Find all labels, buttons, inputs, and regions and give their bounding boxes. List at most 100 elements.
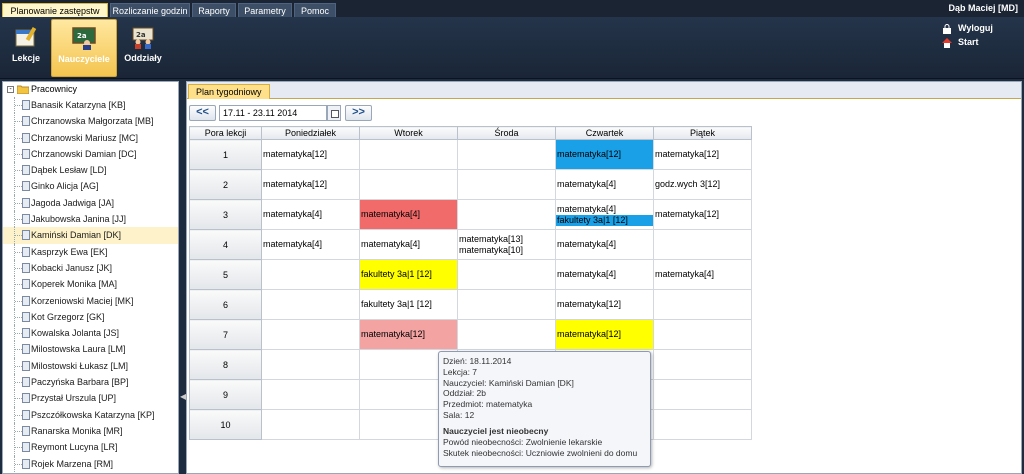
schedule-cell[interactable]: matematyka[12] <box>653 139 752 170</box>
logout-link[interactable]: Wyloguj <box>942 21 1004 35</box>
tree-item[interactable]: Kobacki Janusz [JK] <box>3 259 178 277</box>
schedule-cell[interactable]: matematyka[12] <box>555 319 654 350</box>
tree-item[interactable]: Chrzanowski Mariusz [MC] <box>3 129 178 146</box>
schedule-cell[interactable] <box>457 319 556 350</box>
schedule-cell[interactable] <box>359 169 458 200</box>
tree-item[interactable]: Ginko Alicja [AG] <box>3 178 178 195</box>
schedule-cell[interactable]: matematyka[12] <box>261 169 360 200</box>
tree-item[interactable]: Milostowska Laura [LM] <box>3 341 178 358</box>
tree-item[interactable]: Paczyńska Barbara [BP] <box>3 374 178 391</box>
lesson-number: 9 <box>189 379 262 410</box>
schedule-cell[interactable] <box>261 379 360 410</box>
tree-item-label: Korzeniowski Maciej [MK] <box>31 295 134 306</box>
tree-item[interactable]: Jagoda Jadwiga [JA] <box>3 194 178 212</box>
tree-item-label: Milostowska Laura [LM] <box>31 344 126 355</box>
tree-item-label: Chrzanowski Damian [DC] <box>31 148 137 159</box>
schedule-cell[interactable] <box>457 169 556 200</box>
tree-item[interactable]: Korzeniowski Maciej [MK] <box>3 292 178 309</box>
tree-item[interactable]: Przystał Urszula [UP] <box>3 390 178 407</box>
tree-item[interactable]: Kowalska Jolanta [JS] <box>3 325 178 342</box>
schedule-cell[interactable] <box>261 259 360 290</box>
tree-item[interactable]: Banasik Katarzyna [KB] <box>3 97 178 114</box>
tree-item[interactable]: Chrzanowski Damian [DC] <box>3 145 178 163</box>
tree-item[interactable]: Reymont Lucyna [LR] <box>3 439 178 456</box>
schedule-cell[interactable]: matematyka[4] <box>555 229 654 260</box>
teacher-file-icon <box>22 393 30 404</box>
tab-weekly-plan[interactable]: Plan tygodniowy <box>188 84 270 99</box>
schedule-cell[interactable]: matematyka[13] matematyka[10] <box>457 229 556 260</box>
panel-splitter[interactable] <box>179 81 186 474</box>
menu-tab-planowanie[interactable]: Planowanie zastępstw <box>2 3 108 17</box>
lesson-number: 6 <box>189 289 262 320</box>
schedule-cell[interactable] <box>653 349 752 380</box>
schedule-cell[interactable] <box>653 379 752 410</box>
schedule-cell[interactable] <box>457 139 556 170</box>
classes-button[interactable]: 2a Oddziały <box>120 19 166 77</box>
next-week-button[interactable]: >> <box>345 105 372 121</box>
schedule-cell[interactable]: fakultety 3a|1 [12] <box>359 259 458 290</box>
teacher-file-icon <box>22 148 30 159</box>
tab-strip: Plan tygodniowy <box>187 82 1021 99</box>
start-link[interactable]: Start <box>942 35 1004 49</box>
tree-item[interactable]: Ranarska Monika [MR] <box>3 422 178 440</box>
tree-item[interactable]: Milostowski Łukasz [LM] <box>3 357 178 375</box>
lessons-button[interactable]: Lekcje <box>4 19 48 77</box>
lesson-entry: matematyka[4] <box>557 269 617 279</box>
tree-item[interactable]: Pszczółkowska Katarzyna [KP] <box>3 406 178 423</box>
schedule-cell[interactable] <box>359 139 458 170</box>
classes-label: Oddziały <box>124 53 162 63</box>
lesson-entry: matematyka[10] <box>459 244 524 255</box>
schedule-cell[interactable]: matematyka[12] <box>555 289 654 320</box>
schedule-cell[interactable]: matematyka[4] <box>359 229 458 260</box>
schedule-cell[interactable] <box>261 289 360 320</box>
tree-item[interactable]: Kasprzyk Ewa [EK] <box>3 243 178 260</box>
menu-tab-raporty[interactable]: Raporty <box>192 3 236 17</box>
tree-item[interactable]: Chrzanowska Małgorzata [MB] <box>3 113 178 130</box>
tree-item[interactable]: Dąbek Lesław [LD] <box>3 162 178 179</box>
schedule-cell[interactable]: matematyka[4] fakultety 3a|1 [12] <box>555 199 654 230</box>
schedule-cell[interactable]: fakultety 3a|1 [12] <box>359 289 458 320</box>
tree-root[interactable]: - Pracownicy <box>3 82 178 97</box>
schedule-cell[interactable] <box>653 229 752 260</box>
schedule-cell[interactable] <box>457 259 556 290</box>
lock-icon <box>943 23 951 34</box>
schedule-cell[interactable]: matematyka[12] <box>653 199 752 230</box>
schedule-cell[interactable] <box>653 319 752 350</box>
schedule-cell[interactable]: matematyka[4] <box>555 169 654 200</box>
prev-week-button[interactable]: << <box>189 105 216 121</box>
tree-item[interactable]: Koperek Monika [MA] <box>3 276 178 293</box>
lesson-entry: matematyka[4] <box>361 239 421 249</box>
tree-item-label: Jagoda Jadwiga [JA] <box>31 197 115 208</box>
schedule-cell[interactable]: matematyka[4] <box>261 199 360 230</box>
schedule-cell[interactable] <box>457 289 556 320</box>
schedule-cell[interactable]: matematyka[12] <box>359 319 458 350</box>
schedule-cell[interactable] <box>261 409 360 440</box>
teachers-button[interactable]: 2a Nauczyciele <box>51 19 117 77</box>
schedule-cell[interactable]: matematyka[4] <box>555 259 654 290</box>
schedule-row: 4 matematyka[4] matematyka[4] matematyka[13… <box>189 229 752 260</box>
schedule-cell[interactable] <box>653 289 752 320</box>
schedule-cell[interactable]: matematyka[12] <box>261 139 360 170</box>
schedule-cell[interactable] <box>653 409 752 440</box>
calendar-icon[interactable] <box>327 105 341 121</box>
lesson-number: 7 <box>189 319 262 350</box>
tree-item-label: Jakubowska Janina [JJ] <box>31 214 127 225</box>
schedule-cell[interactable]: matematyka[4] <box>653 259 752 290</box>
tree-item[interactable]: Rojek Marzena [RM] <box>3 455 178 472</box>
schedule-cell[interactable] <box>457 199 556 230</box>
teacher-file-icon <box>22 279 30 290</box>
schedule-cell[interactable]: matematyka[4] <box>261 229 360 260</box>
date-range-field[interactable]: 17.11 - 23.11 2014 <box>219 105 327 121</box>
schedule-cell[interactable]: matematyka[4] <box>359 199 458 230</box>
tree-item[interactable]: Jakubowska Janina [JJ] <box>3 211 178 228</box>
collapse-icon[interactable]: - <box>7 86 14 94</box>
menu-tab-pomoc[interactable]: Pomoc <box>294 3 336 17</box>
schedule-cell[interactable] <box>261 319 360 350</box>
menu-tab-parametry[interactable]: Parametry <box>238 3 292 17</box>
tree-item[interactable]: Kot Grzegorz [GK] <box>3 308 178 326</box>
menu-tab-rozliczanie[interactable]: Rozliczanie godzin <box>110 3 190 17</box>
schedule-cell[interactable] <box>261 349 360 380</box>
schedule-cell[interactable]: matematyka[12] <box>555 139 654 170</box>
tree-item[interactable]: Kamiński Damian [DK] <box>3 227 178 244</box>
schedule-cell[interactable]: godz.wych 3[12] <box>653 169 752 200</box>
